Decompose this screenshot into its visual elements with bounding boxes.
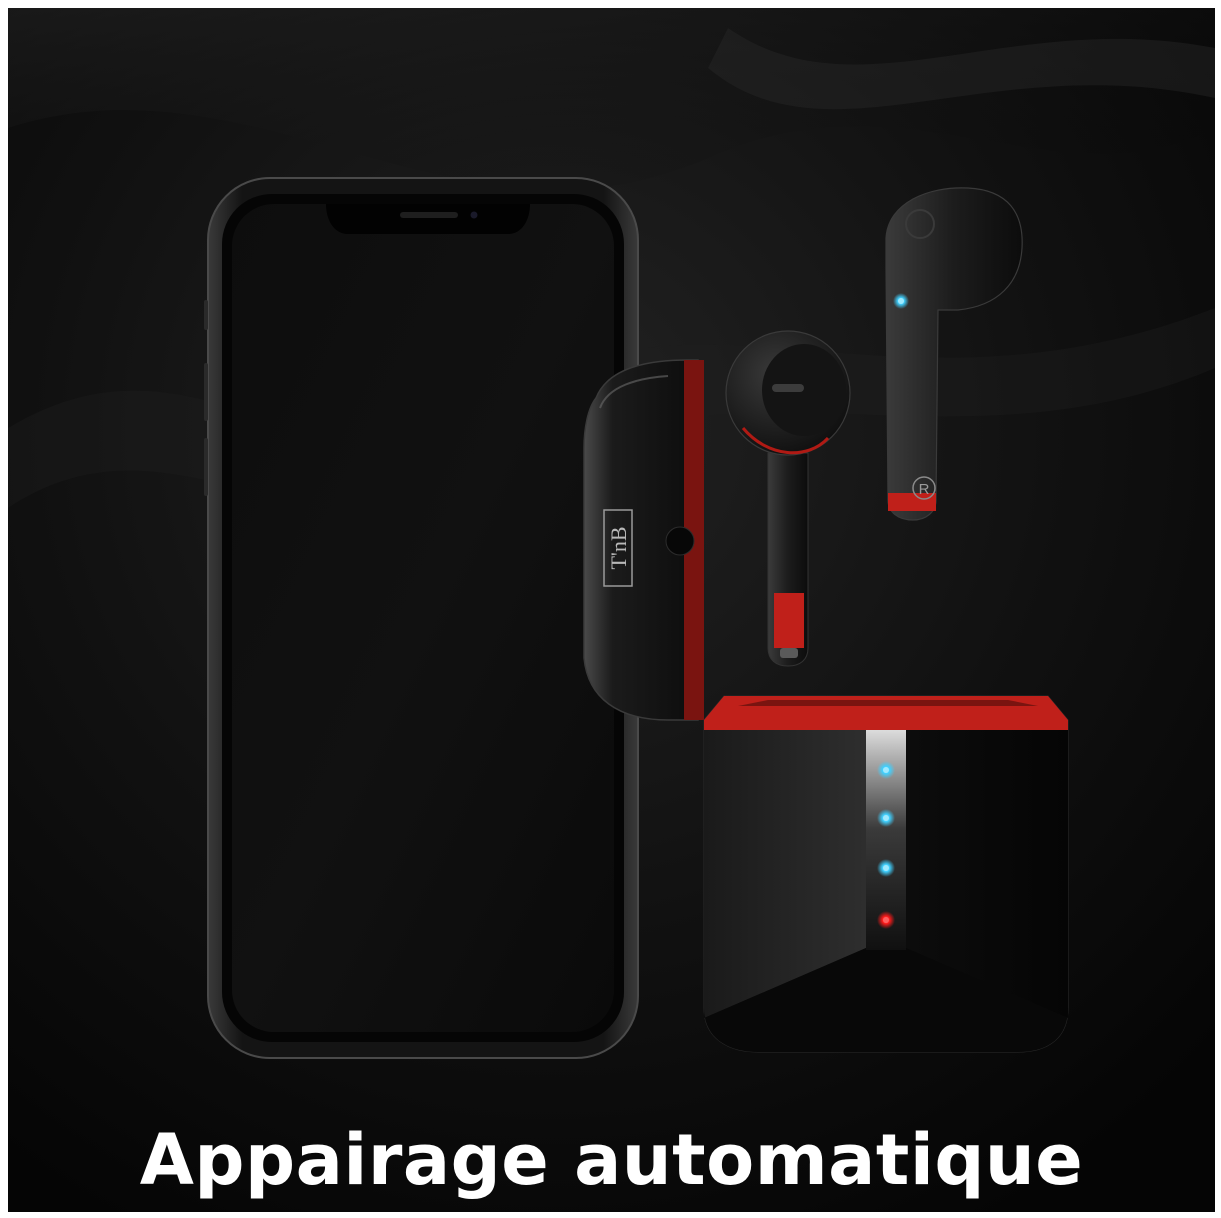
caption-title: Appairage automatique: [139, 1119, 1084, 1201]
phone-speaker: [400, 212, 458, 218]
phone-notch: [326, 204, 530, 234]
phone-side-button: [204, 438, 208, 496]
scene-illustration: T'nB R: [8, 8, 1215, 1212]
charging-case-lid: T'nB: [583, 359, 704, 721]
brand-logo-text: T'nB: [606, 526, 631, 569]
earbud-grille: [772, 384, 804, 392]
earbud-red-accent: [774, 593, 804, 648]
phone-side-button: [204, 300, 208, 330]
smartphone: [204, 177, 639, 1059]
charging-case: [703, 695, 1069, 1053]
product-scene: T'nB R Appairage automatique: [8, 8, 1215, 1212]
phone-side-button: [204, 363, 208, 421]
earbud-r-label: R: [919, 481, 930, 498]
phone-camera: [470, 211, 478, 219]
